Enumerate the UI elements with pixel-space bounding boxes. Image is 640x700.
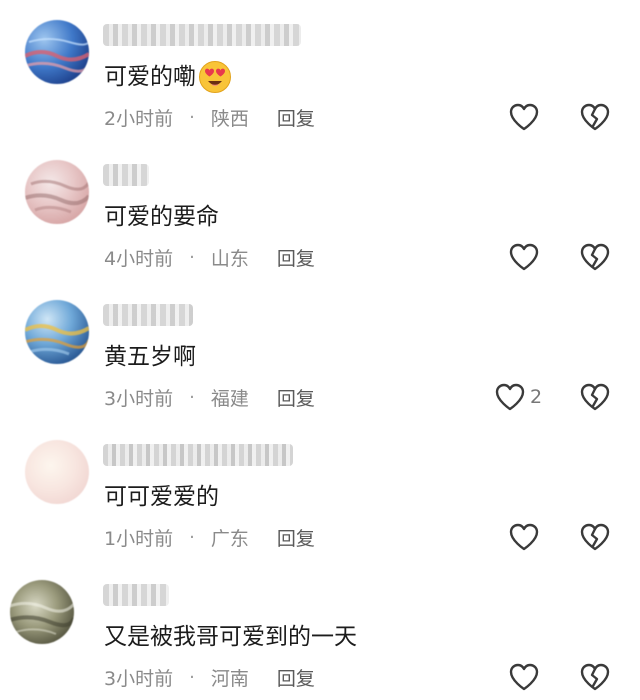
username[interactable] [103, 164, 149, 186]
comment-meta: 1小时前 · 广东 回复 [104, 524, 315, 551]
comment-time: 2小时前 [104, 108, 174, 130]
comment-text: 可可爱爱的 [104, 484, 219, 510]
dislike-button[interactable] [578, 240, 612, 274]
dislike-button[interactable] [578, 520, 612, 554]
comment-text: 黄五岁啊 [104, 344, 196, 370]
comment-time: 3小时前 [104, 668, 174, 690]
comment-location: 陕西 [210, 108, 249, 130]
comment-item: 可爱的嘞 2小时前 · 陕西 回复 [0, 0, 640, 140]
meta-separator: · [189, 247, 195, 268]
avatar[interactable] [10, 580, 74, 644]
avatar[interactable] [25, 20, 89, 84]
avatar[interactable] [25, 160, 89, 224]
reply-button[interactable]: 回复 [277, 384, 315, 411]
comment-time: 3小时前 [104, 388, 174, 410]
dislike-button[interactable] [578, 660, 612, 694]
comment-time: 1小时前 [104, 528, 174, 550]
broken-heart-icon [580, 383, 610, 411]
broken-heart-icon [580, 103, 610, 131]
reply-button[interactable]: 回复 [277, 104, 315, 131]
comment-text: 可爱的嘞 [104, 60, 232, 94]
meta-separator: · [189, 107, 195, 128]
avatar-pattern-icon [10, 601, 74, 635]
username[interactable] [103, 444, 293, 466]
broken-heart-icon [580, 523, 610, 551]
avatar-pattern-icon [25, 179, 89, 214]
dislike-button[interactable] [578, 380, 612, 414]
comment-time: 4小时前 [104, 248, 174, 270]
heart-outline-icon [509, 663, 539, 691]
dislike-button[interactable] [578, 100, 612, 134]
like-button[interactable] [508, 240, 544, 274]
comment-location: 福建 [210, 388, 249, 410]
avatar[interactable] [25, 300, 89, 364]
smiling-face-with-heart-eyes-icon [199, 61, 231, 93]
comment-meta: 3小时前 · 福建 回复 [104, 384, 315, 411]
username[interactable] [103, 304, 193, 326]
heart-outline-icon [509, 243, 539, 271]
comment-text: 又是被我哥可爱到的一天 [104, 624, 357, 650]
heart-outline-icon [509, 103, 539, 131]
like-count: 2 [530, 386, 543, 408]
like-button[interactable] [508, 520, 544, 554]
comment-location: 广东 [210, 528, 249, 550]
avatar[interactable] [25, 440, 89, 504]
broken-heart-icon [580, 663, 610, 691]
reply-button[interactable]: 回复 [277, 244, 315, 271]
like-button[interactable]: 2 [494, 380, 542, 414]
comment-item: 可爱的要命 4小时前 · 山东 回复 [0, 140, 640, 280]
avatar-pattern-icon [25, 324, 89, 356]
comment-meta: 2小时前 · 陕西 回复 [104, 104, 315, 131]
comment-text: 可爱的要命 [104, 204, 219, 230]
comment-location: 山东 [210, 248, 249, 270]
comment-item: 又是被我哥可爱到的一天 3小时前 · 河南 回复 [0, 560, 640, 700]
username[interactable] [103, 24, 301, 46]
heart-outline-icon [509, 523, 539, 551]
avatar-pattern-icon [25, 38, 89, 73]
reply-button[interactable]: 回复 [277, 664, 315, 691]
meta-separator: · [189, 387, 195, 408]
meta-separator: · [189, 527, 195, 548]
comment-meta: 4小时前 · 山东 回复 [104, 244, 315, 271]
heart-outline-icon [495, 383, 525, 411]
reply-button[interactable]: 回复 [277, 524, 315, 551]
username[interactable] [103, 584, 169, 606]
like-button[interactable] [508, 100, 544, 134]
comment-list: 可爱的嘞 2小时前 · 陕西 回复 可爱的要命 4小时前 · 山东 回复 黄五岁… [0, 0, 640, 697]
comment-meta: 3小时前 · 河南 回复 [104, 664, 315, 691]
meta-separator: · [189, 667, 195, 688]
comment-item: 可可爱爱的 1小时前 · 广东 回复 [0, 420, 640, 560]
comment-item: 黄五岁啊 3小时前 · 福建 回复 2 [0, 280, 640, 420]
comment-location: 河南 [210, 668, 249, 690]
broken-heart-icon [580, 243, 610, 271]
like-button[interactable] [508, 660, 544, 694]
